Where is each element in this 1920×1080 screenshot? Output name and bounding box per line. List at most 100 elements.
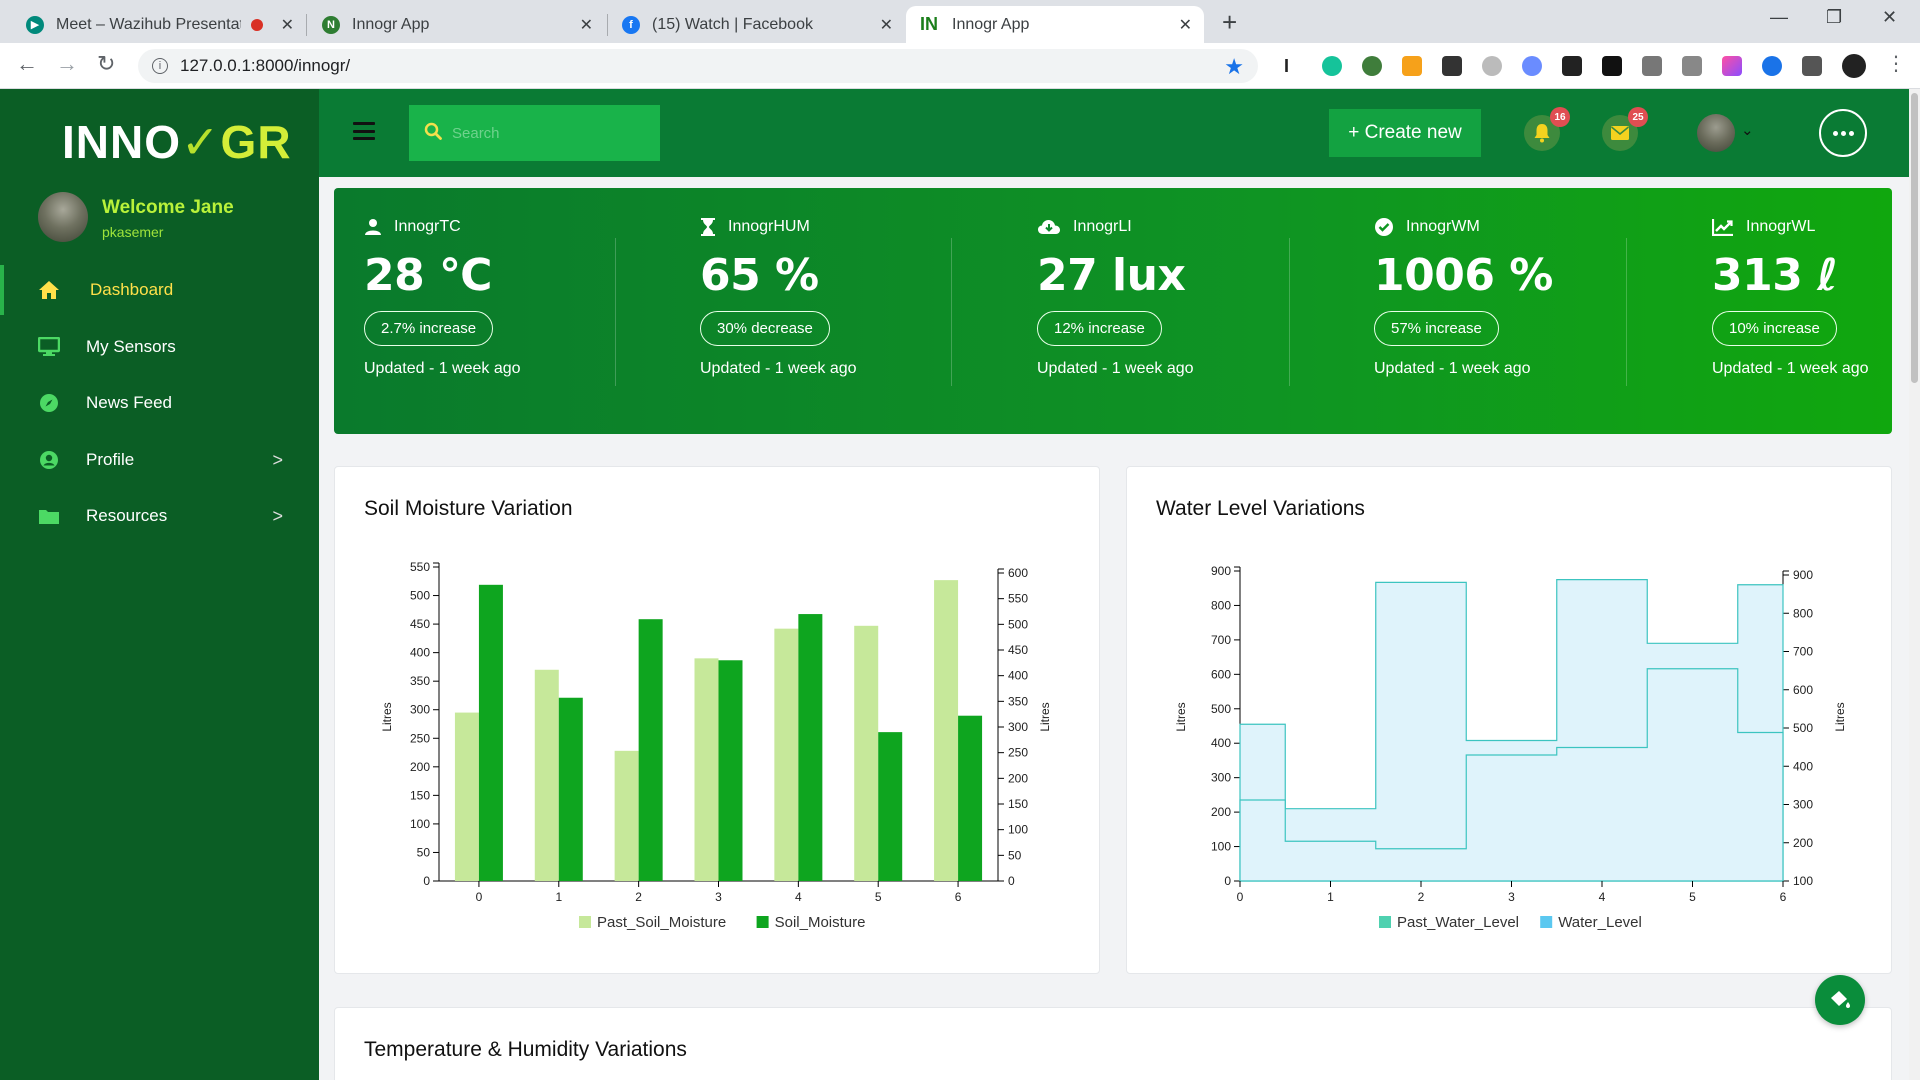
- y2-tick-label: 500: [1793, 721, 1813, 735]
- y-tick-label: 50: [417, 845, 431, 859]
- notifications-button[interactable]: 16: [1524, 107, 1570, 151]
- bell-icon: [1534, 124, 1550, 143]
- stat-updated: Updated - 1 week ago: [1037, 360, 1194, 377]
- sidebar-item-my-sensors[interactable]: My Sensors: [0, 322, 319, 372]
- extension-circle-icon[interactable]: [1522, 56, 1542, 76]
- chevron-down-icon[interactable]: ⌄: [1741, 121, 1754, 139]
- x-tick-label: 2: [635, 890, 642, 904]
- tab-innogr-1[interactable]: N Innogr App ✕: [310, 6, 605, 43]
- sidebar-item-resources[interactable]: Resources >: [0, 491, 319, 541]
- close-tab-icon[interactable]: ✕: [580, 15, 593, 35]
- stat-card-li: InnogrLI 27 lux 12% increase Updated - 1…: [1037, 216, 1327, 378]
- close-tab-icon[interactable]: ✕: [1179, 15, 1192, 35]
- search-box[interactable]: [409, 105, 660, 161]
- close-tab-icon[interactable]: ✕: [880, 15, 893, 35]
- y2-tick-label: 200: [1793, 836, 1813, 850]
- extension-hand-icon[interactable]: [1482, 56, 1502, 76]
- sidebar-item-news-feed[interactable]: News Feed: [0, 378, 319, 428]
- url-field[interactable]: i 127.0.0.1:8000/innogr/ ★: [138, 49, 1258, 83]
- scrollbar-thumb[interactable]: [1911, 93, 1918, 383]
- y-tick-label: 0: [1224, 874, 1231, 888]
- bar-past-soil-moisture: [934, 580, 959, 881]
- stat-value: 1006 %: [1374, 250, 1553, 301]
- back-icon[interactable]: ←: [16, 53, 38, 75]
- y-tick-label: 250: [410, 731, 430, 745]
- theme-settings-button[interactable]: [1815, 975, 1865, 1025]
- extension-cube-icon[interactable]: [1562, 56, 1582, 76]
- extension-i-icon[interactable]: I: [1284, 56, 1304, 76]
- y-tick-label: 0: [423, 874, 430, 888]
- avatar[interactable]: [38, 192, 88, 242]
- y2-tick-label: 100: [1008, 823, 1028, 837]
- x-tick-label: 3: [715, 890, 722, 904]
- legend-label: Past_Soil_Moisture: [597, 914, 726, 931]
- grammarly-icon[interactable]: [1322, 56, 1342, 76]
- stat-change-badge: 2.7% increase: [364, 311, 494, 346]
- x-tick-label: 4: [795, 890, 802, 904]
- extension-infinity-icon[interactable]: [1762, 56, 1782, 76]
- messages-button[interactable]: 25: [1602, 107, 1648, 151]
- innogr-logo[interactable]: INNO✓GR: [62, 115, 292, 169]
- welcome-text: Welcome Jane: [102, 197, 234, 218]
- create-new-button[interactable]: + Create new: [1329, 109, 1481, 157]
- y2-tick-label: 800: [1793, 606, 1813, 620]
- sidebar: INNO✓GR Welcome Jane pkasemer Dashboard …: [0, 89, 319, 1080]
- hamburger-menu-icon[interactable]: [353, 122, 375, 140]
- maximize-icon[interactable]: ❐: [1826, 7, 1842, 28]
- y2-tick-label: 0: [1008, 874, 1015, 888]
- envelope-icon: [1610, 126, 1630, 140]
- tab-facebook[interactable]: f (15) Watch | Facebook ✕: [610, 6, 905, 43]
- profile-avatar-icon[interactable]: [1842, 54, 1866, 78]
- sidebar-item-profile[interactable]: Profile >: [0, 435, 319, 485]
- notion-icon[interactable]: [1602, 56, 1622, 76]
- rss-icon[interactable]: [1402, 56, 1422, 76]
- bar-soil-moisture: [958, 715, 983, 881]
- extension-gradient-icon[interactable]: [1722, 56, 1742, 76]
- camera-icon[interactable]: [1642, 56, 1662, 76]
- extension-screen-icon[interactable]: [1442, 56, 1462, 76]
- stat-updated: Updated - 1 week ago: [1712, 360, 1869, 377]
- legend-label: Water_Level: [1558, 914, 1642, 931]
- user-circle-icon: [38, 449, 60, 471]
- y2-tick-label: 400: [1008, 669, 1028, 683]
- facebook-icon: f: [622, 15, 640, 34]
- page-scrollbar[interactable]: [1909, 89, 1920, 1080]
- x-tick-label: 5: [1689, 890, 1696, 904]
- minimize-icon[interactable]: —: [1770, 7, 1788, 28]
- legend-swatch: [579, 916, 591, 928]
- message-count-badge: 25: [1628, 107, 1648, 127]
- forward-icon[interactable]: →: [56, 53, 78, 75]
- address-bar: ← → ↻ i 127.0.0.1:8000/innogr/ ★ I ⋮: [0, 43, 1920, 89]
- y-axis-label: Litres: [380, 702, 394, 731]
- y-tick-label: 500: [410, 589, 430, 603]
- home-icon: [38, 279, 60, 301]
- bookmark-star-icon[interactable]: ★: [1224, 54, 1244, 80]
- tab-meet[interactable]: ▶ Meet – Wazihub Presentatio ✕: [14, 6, 306, 43]
- info-icon[interactable]: i: [152, 58, 168, 74]
- y-tick-label: 800: [1211, 598, 1231, 612]
- avatar[interactable]: [1697, 114, 1735, 152]
- y-tick-label: 300: [1211, 771, 1231, 785]
- notification-count-badge: 16: [1550, 107, 1570, 127]
- more-options-button[interactable]: [1819, 109, 1867, 157]
- monitor-icon: [38, 336, 60, 358]
- close-window-icon[interactable]: ✕: [1882, 7, 1897, 28]
- bar-soil-moisture: [718, 660, 743, 881]
- new-tab-button[interactable]: +: [1222, 9, 1237, 35]
- reload-icon[interactable]: ↻: [97, 53, 115, 75]
- kebab-menu-icon[interactable]: ⋮: [1886, 53, 1906, 75]
- stat-value: 28 ℃: [364, 250, 492, 301]
- sidebar-item-dashboard[interactable]: Dashboard: [0, 265, 319, 315]
- search-input[interactable]: [452, 124, 632, 142]
- extension-globe-icon[interactable]: [1362, 56, 1382, 76]
- screenshot-icon[interactable]: [1682, 56, 1702, 76]
- tab-innogr-active[interactable]: IN Innogr App ✕: [906, 6, 1204, 43]
- y2-tick-label: 450: [1008, 643, 1028, 657]
- y-tick-label: 400: [410, 646, 430, 660]
- browser-tab-bar: ▶ Meet – Wazihub Presentatio ✕ N Innogr …: [0, 0, 1920, 43]
- stat-value: 65 %: [700, 250, 819, 301]
- stat-card-wl: InnogrWL 313 ℓ 10% increase Updated - 1 …: [1712, 216, 1920, 378]
- puzzle-icon[interactable]: [1802, 56, 1822, 76]
- close-tab-icon[interactable]: ✕: [281, 15, 294, 35]
- username: pkasemer: [102, 224, 164, 240]
